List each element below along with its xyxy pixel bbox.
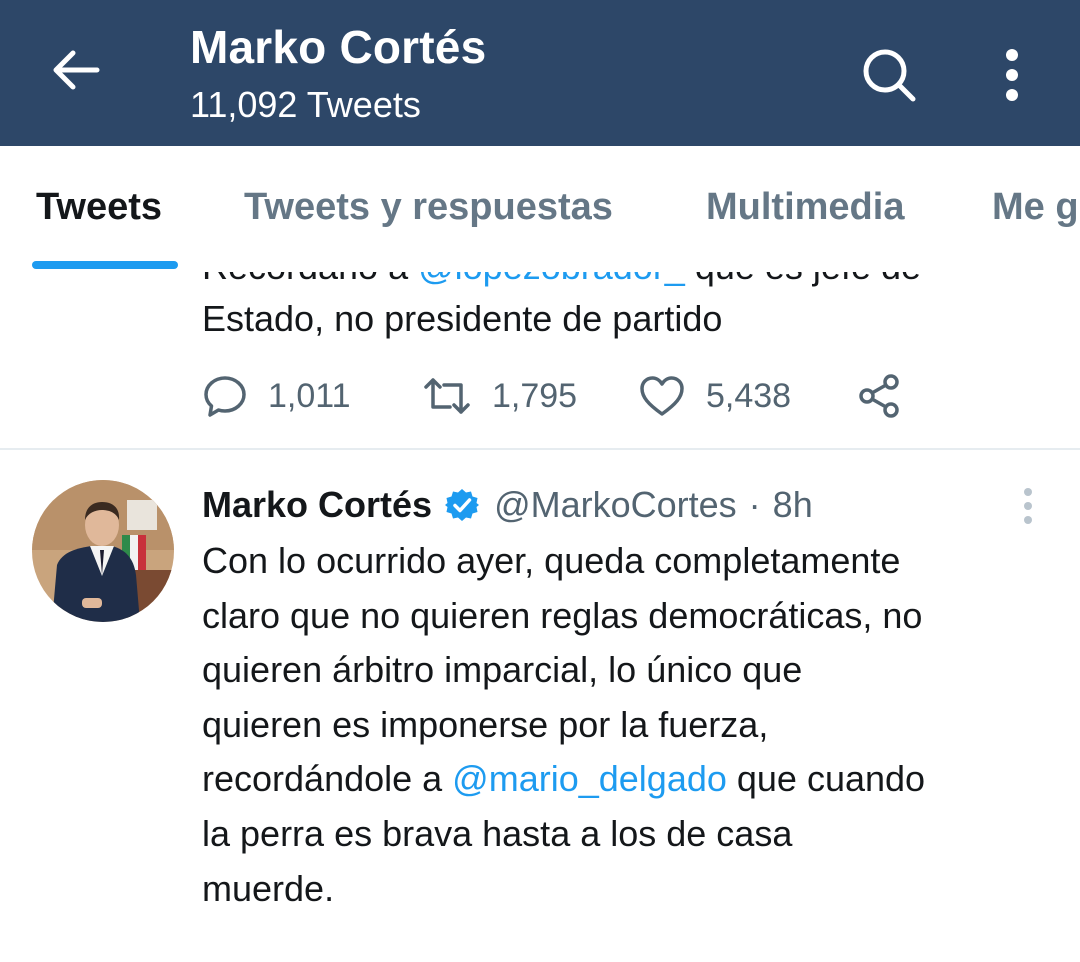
profile-title: Marko Cortés xyxy=(190,21,487,73)
retweet-button[interactable]: 1,795 xyxy=(422,368,577,424)
tweet-text-line: recordándole a @mario_delgado que cuando xyxy=(202,752,1062,807)
retweet-count: 1,795 xyxy=(492,376,578,415)
like-icon xyxy=(640,376,684,416)
tweet-item[interactable]: Marko Cortés @MarkoCortes · 8h Con lo oc… xyxy=(0,450,1080,962)
share-button[interactable] xyxy=(858,368,902,424)
mention-link[interactable]: @lopezobrador_ xyxy=(418,272,685,287)
search-button[interactable] xyxy=(854,40,924,110)
tweet-text-line: Con lo ocurrido ayer, queda completament… xyxy=(202,540,901,581)
reply-count: 1,011 xyxy=(268,376,351,415)
tweet-count: 11,092 Tweets xyxy=(190,84,421,125)
tweet-text-fragment: que es jefe de xyxy=(685,272,921,287)
tweet-options-button[interactable] xyxy=(1008,478,1048,534)
active-tab-indicator xyxy=(32,261,178,269)
tweet-text-line: la perra es brava hasta a los de casa xyxy=(202,812,793,854)
avatar-photo xyxy=(32,480,174,622)
like-button[interactable]: 5,438 xyxy=(638,368,791,424)
reply-button[interactable]: 1,011 xyxy=(202,368,351,424)
tweet-text-line: quieren árbitro imparcial, lo único que xyxy=(202,649,803,691)
tab-tweets-and-replies[interactable]: Tweets y respuestas xyxy=(244,186,613,229)
profile-tabs: Tweets Tweets y respuestas Multimedia Me… xyxy=(0,146,1080,274)
tweet-text-clipped: Recordarlo a @lopezobrador_ que es jefe … xyxy=(202,272,921,288)
like-count: 5,438 xyxy=(706,376,792,415)
tweet-text: Estado, no presidente de partido xyxy=(202,298,723,339)
author-handle[interactable]: @MarkoCortes xyxy=(494,484,737,526)
more-options-button[interactable] xyxy=(984,40,1040,110)
tweet-text-fragment: que cuando xyxy=(726,758,926,800)
arrow-left-icon xyxy=(53,50,100,90)
author-name[interactable]: Marko Cortés xyxy=(202,484,432,526)
tweet-item[interactable]: Recordarlo a @lopezobrador_ que es jefe … xyxy=(0,272,1080,450)
avatar[interactable] xyxy=(32,480,174,622)
separator-dot: · xyxy=(748,484,761,525)
app-bar: Marko Cortés 11,092 Tweets xyxy=(0,0,1080,146)
tweet-header: Marko Cortés @MarkoCortes · 8h xyxy=(202,482,813,528)
tweet-actions: 1,011 1,795 5,438 xyxy=(202,368,962,424)
tweet-text-line: quieren es imponerse por la fuerza, xyxy=(202,703,769,745)
share-icon xyxy=(859,374,899,418)
tweet-timestamp[interactable]: 8h xyxy=(773,484,813,526)
tweet-text-fragment: recordándole a xyxy=(202,758,453,800)
retweet-icon xyxy=(424,378,470,414)
more-vertical-icon xyxy=(1024,488,1032,524)
tab-media[interactable]: Multimedia xyxy=(706,186,904,229)
reply-icon xyxy=(204,376,246,417)
more-vertical-icon xyxy=(1006,49,1018,101)
tab-tweets[interactable]: Tweets xyxy=(36,186,162,229)
back-button[interactable] xyxy=(44,38,108,102)
tweet-text-fragment: Recordarlo a xyxy=(202,272,418,287)
verified-badge-icon xyxy=(444,487,480,523)
search-icon xyxy=(863,49,916,102)
tweet-text-line: muerde. xyxy=(202,867,335,909)
tweet-text: Con lo ocurrido ayer, queda completament… xyxy=(202,534,1062,916)
tab-likes[interactable]: Me g xyxy=(992,186,1079,229)
tweet-text-line: claro que no quieren reglas democráticas… xyxy=(202,594,923,636)
mention-link[interactable]: @mario_delgado xyxy=(452,758,727,799)
